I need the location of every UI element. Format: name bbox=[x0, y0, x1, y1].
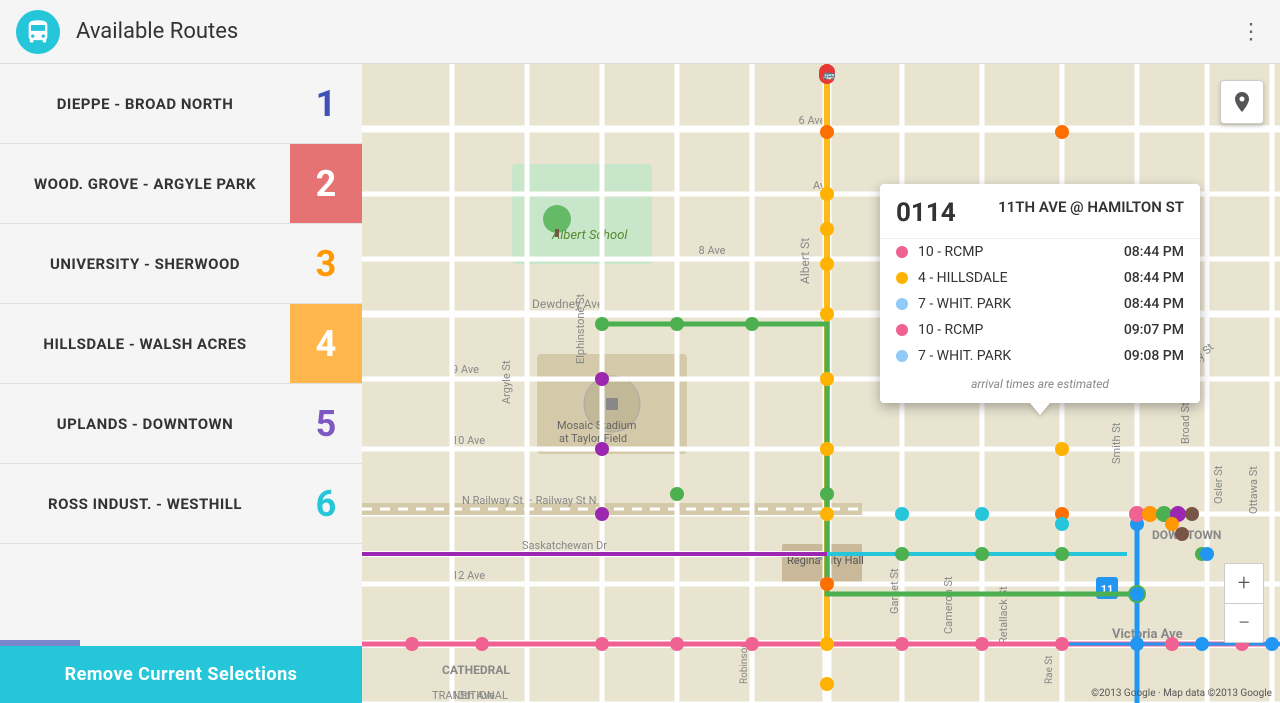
remove-selections-button[interactable]: Remove Current Selections bbox=[0, 646, 362, 703]
svg-text:Saskatchewan Dr: Saskatchewan Dr bbox=[522, 539, 607, 552]
route-label: HILLSDALE - WALSH ACRES bbox=[0, 304, 290, 383]
route-item-1[interactable]: DIEPPE - BROAD NORTH1 bbox=[0, 64, 362, 144]
route-item-4[interactable]: HILLSDALE - WALSH ACRES4 bbox=[0, 304, 362, 384]
popup-tail bbox=[1030, 403, 1050, 415]
route-label: DIEPPE - BROAD NORTH bbox=[0, 64, 290, 143]
svg-text:Argyle St: Argyle St bbox=[500, 360, 513, 404]
arrival-row: 7 - WHIT. PARK08:44 PM bbox=[880, 291, 1200, 317]
svg-text:8 Ave: 8 Ave bbox=[699, 244, 726, 257]
popup-arrivals-list: 10 - RCMP08:44 PM4 - HILLSDALE08:44 PM7 … bbox=[880, 239, 1200, 369]
arrival-route-label: 4 - HILLSDALE bbox=[918, 270, 1124, 286]
sidebar: DIEPPE - BROAD NORTH1WOOD. GROVE - ARGYL… bbox=[0, 64, 362, 703]
svg-text:Mosaic Stadium: Mosaic Stadium bbox=[557, 419, 636, 432]
svg-text:Garnet St: Garnet St bbox=[888, 568, 901, 614]
zoom-in-button[interactable]: + bbox=[1224, 563, 1264, 603]
route-number: 4 bbox=[290, 304, 362, 383]
arrival-row: 7 - WHIT. PARK09:08 PM bbox=[880, 343, 1200, 369]
route-label: UNIVERSITY - SHERWOOD bbox=[0, 224, 290, 303]
location-icon bbox=[1230, 90, 1254, 114]
svg-text:9 Ave: 9 Ave bbox=[452, 363, 479, 376]
overflow-menu-button[interactable]: ⋮ bbox=[1240, 19, 1264, 44]
route-label: WOOD. GROVE - ARGYLE PARK bbox=[0, 144, 290, 223]
arrival-time: 08:44 PM bbox=[1124, 244, 1184, 260]
svg-text:Cameron St: Cameron St bbox=[942, 576, 955, 634]
svg-text:10 Ave: 10 Ave bbox=[452, 434, 485, 447]
bus-icon bbox=[24, 18, 52, 46]
arrival-popup: 0114 11TH AVE @ HAMILTON ST 10 - RCMP08:… bbox=[880, 184, 1200, 403]
route-item-3[interactable]: UNIVERSITY - SHERWOOD3 bbox=[0, 224, 362, 304]
route-item-2[interactable]: WOOD. GROVE - ARGYLE PARK2 bbox=[0, 144, 362, 224]
arrival-time: 08:44 PM bbox=[1124, 270, 1184, 286]
app-title: Available Routes bbox=[76, 19, 238, 44]
svg-text:CATHEDRAL: CATHEDRAL bbox=[442, 663, 510, 677]
svg-text:6 Ave: 6 Ave bbox=[799, 114, 826, 127]
svg-text:Rae St: Rae St bbox=[1044, 655, 1055, 684]
route-item-6[interactable]: ROSS INDUST. - WESTHILL6 bbox=[0, 464, 362, 544]
svg-text:Broad St: Broad St bbox=[1179, 402, 1192, 444]
route-label: ROSS INDUST. - WESTHILL bbox=[0, 464, 290, 543]
arrival-time: 08:44 PM bbox=[1124, 296, 1184, 312]
zoom-controls: + − bbox=[1224, 563, 1264, 643]
app-header: Available Routes ⋮ bbox=[0, 0, 1280, 64]
arrival-route-label: 10 - RCMP bbox=[918, 322, 1124, 338]
arrival-route-label: 7 - WHIT. PARK bbox=[918, 348, 1124, 364]
svg-text:at Taylor Field: at Taylor Field bbox=[559, 432, 627, 445]
route-number: 6 bbox=[290, 464, 362, 543]
svg-text:Smith St: Smith St bbox=[1110, 422, 1123, 464]
arrival-time: 09:08 PM bbox=[1124, 348, 1184, 364]
route-label: UPLANDS - DOWNTOWN bbox=[0, 384, 290, 463]
arrival-dot bbox=[896, 298, 908, 310]
arrival-dot bbox=[896, 324, 908, 336]
arrival-route-label: 10 - RCMP bbox=[918, 244, 1124, 260]
route-list: DIEPPE - BROAD NORTH1WOOD. GROVE - ARGYL… bbox=[0, 64, 362, 640]
main-layout: DIEPPE - BROAD NORTH1WOOD. GROVE - ARGYL… bbox=[0, 64, 1280, 703]
svg-text:Elphinstone St: Elphinstone St bbox=[574, 293, 587, 364]
svg-text:TRANSITIONAL: TRANSITIONAL bbox=[432, 689, 508, 702]
popup-header: 0114 11TH AVE @ HAMILTON ST bbox=[880, 184, 1200, 239]
map-area: Albert School Mosaic Stadium at Taylor F… bbox=[362, 64, 1280, 703]
svg-text:12 Ave: 12 Ave bbox=[452, 569, 485, 582]
popup-route-number: 0114 bbox=[896, 198, 956, 228]
route-number: 5 bbox=[290, 384, 362, 463]
arrival-time: 09:07 PM bbox=[1124, 322, 1184, 338]
arrival-row: 4 - HILLSDALE08:44 PM bbox=[880, 265, 1200, 291]
svg-text:Osler St: Osler St bbox=[1212, 465, 1225, 504]
map-attribution: ©2013 Google · Map data ©2013 Google bbox=[1091, 688, 1272, 699]
route-number: 1 bbox=[290, 64, 362, 143]
arrival-row: 10 - RCMP08:44 PM bbox=[880, 239, 1200, 265]
route-item-5[interactable]: UPLANDS - DOWNTOWN5 bbox=[0, 384, 362, 464]
arrival-row: 10 - RCMP09:07 PM bbox=[880, 317, 1200, 343]
arrival-dot bbox=[896, 246, 908, 258]
zoom-out-button[interactable]: − bbox=[1224, 603, 1264, 643]
popup-footer: arrival times are estimated bbox=[880, 369, 1200, 403]
svg-text:Dewdney Ave: Dewdney Ave bbox=[532, 297, 603, 311]
route-number: 2 bbox=[290, 144, 362, 223]
remove-selections-label: Remove Current Selections bbox=[65, 664, 298, 685]
route-number: 3 bbox=[290, 224, 362, 303]
location-button[interactable] bbox=[1220, 80, 1264, 124]
arrival-route-label: 7 - WHIT. PARK bbox=[918, 296, 1124, 312]
svg-text:🚌: 🚌 bbox=[823, 70, 836, 81]
svg-text:Albert St: Albert St bbox=[798, 238, 812, 284]
svg-text:Ottawa St: Ottawa St bbox=[1247, 466, 1260, 514]
popup-route-name: 11TH AVE @ HAMILTON ST bbox=[966, 198, 1184, 218]
app-logo bbox=[16, 10, 60, 54]
arrival-dot bbox=[896, 350, 908, 362]
arrival-dot bbox=[896, 272, 908, 284]
